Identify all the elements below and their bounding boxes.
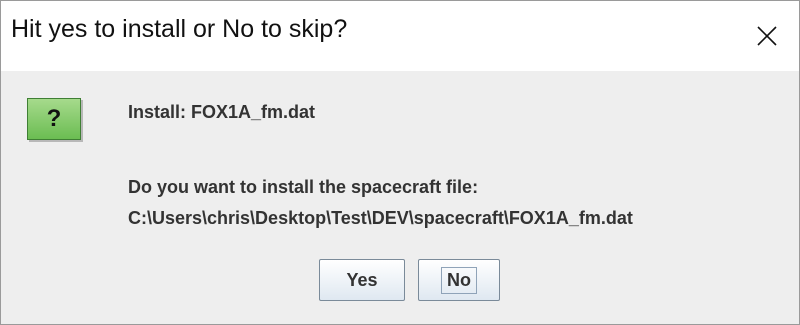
close-icon: [757, 26, 777, 46]
file-path-text: C:\Users\chris\Desktop\Test\DEV\spacecra…: [128, 208, 633, 228]
yes-button[interactable]: Yes: [319, 259, 405, 301]
no-button-label: No: [441, 266, 477, 294]
question-icon: ?: [27, 98, 81, 140]
dialog-body: ? Install: FOX1A_fm.dat Do you want to i…: [1, 71, 799, 324]
question-mark-glyph: ?: [46, 105, 62, 132]
title-bar: Hit yes to install or No to skip?: [1, 1, 799, 71]
yes-button-label: Yes: [346, 269, 378, 290]
close-button[interactable]: [735, 1, 799, 71]
dialog-title: Hit yes to install or No to skip?: [11, 15, 348, 43]
no-button[interactable]: No: [418, 259, 500, 301]
install-question-text: Do you want to install the spacecraft fi…: [128, 177, 479, 197]
install-dialog: Hit yes to install or No to skip? ? Inst…: [0, 0, 800, 325]
install-filename-text: Install: FOX1A_fm.dat: [128, 102, 316, 122]
